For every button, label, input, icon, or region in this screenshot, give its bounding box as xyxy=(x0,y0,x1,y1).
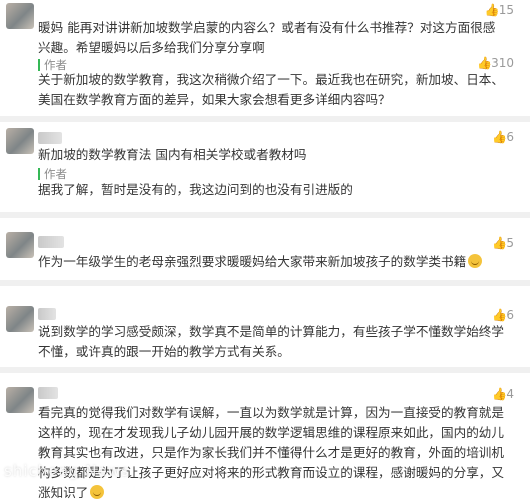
avatar[interactable] xyxy=(6,128,34,154)
avatar[interactable] xyxy=(6,3,34,29)
divider xyxy=(0,212,530,218)
user-name xyxy=(38,132,62,144)
like-button[interactable]: 👍4 xyxy=(492,387,514,401)
watermark: shicheng News xyxy=(4,462,130,480)
avatar[interactable] xyxy=(6,387,34,413)
like-count: 4 xyxy=(506,387,514,401)
thumbs-up-icon: 👍 xyxy=(484,3,500,17)
user-name xyxy=(38,308,56,320)
smile-emoji-icon xyxy=(90,485,105,499)
thumbs-up-icon: 👍 xyxy=(492,387,508,401)
avatar[interactable] xyxy=(6,306,34,332)
divider xyxy=(0,367,530,373)
comment-text: 暖妈 能再对讲讲新加坡数学启蒙的内容么？或者有没有什么书推荐？对这方面很感兴趣。… xyxy=(38,20,496,55)
like-button[interactable]: 👍15 xyxy=(485,3,514,17)
like-button[interactable]: 👍5 xyxy=(492,236,514,250)
avatar[interactable] xyxy=(6,232,34,258)
comment-text: 说到数学的学习感受颇深，数学真不是简单的计算能力，有些孩子学不懂数学始终学不懂，… xyxy=(38,324,504,359)
user-name xyxy=(38,387,58,399)
author-bar xyxy=(38,168,40,180)
user-name xyxy=(38,236,64,248)
thumbs-up-icon: 👍 xyxy=(492,308,508,322)
like-count: 310 xyxy=(491,56,514,70)
divider xyxy=(0,280,530,286)
like-count: 5 xyxy=(506,236,514,250)
like-count: 15 xyxy=(498,3,514,17)
author-reply: 据我了解，暂时是没有的，我这边问到的也没有引进版的 xyxy=(38,182,353,197)
author-like-button[interactable]: 👍310 xyxy=(477,56,514,70)
like-button[interactable]: 👍6 xyxy=(492,130,514,144)
divider xyxy=(0,116,530,122)
smile-emoji-icon xyxy=(468,254,483,268)
author-reply: 关于新加坡的数学教育，我这次稍微介绍了一下。最近我也在研究，新加坡、日本、美国在… xyxy=(38,72,504,107)
thumbs-up-icon: 👍 xyxy=(477,56,493,70)
comment-text: 作为一年级学生的老母亲强烈要求暖暖妈给大家带来新加坡孩子的数学类书籍 xyxy=(38,252,506,272)
like-count: 6 xyxy=(506,308,514,322)
comment-text: 新加坡的数学教育法 国内有相关学校或者教材吗 xyxy=(38,147,307,162)
like-count: 6 xyxy=(506,130,514,144)
comment-text: 看完真的觉得我们对数学有误解，一直以为数学就是计算，因为一直接受的教育就是这样的… xyxy=(38,405,504,500)
author-label: 作者 xyxy=(38,167,67,181)
like-button[interactable]: 👍6 xyxy=(492,308,514,322)
thumbs-up-icon: 👍 xyxy=(492,236,508,250)
thumbs-up-icon: 👍 xyxy=(492,130,508,144)
